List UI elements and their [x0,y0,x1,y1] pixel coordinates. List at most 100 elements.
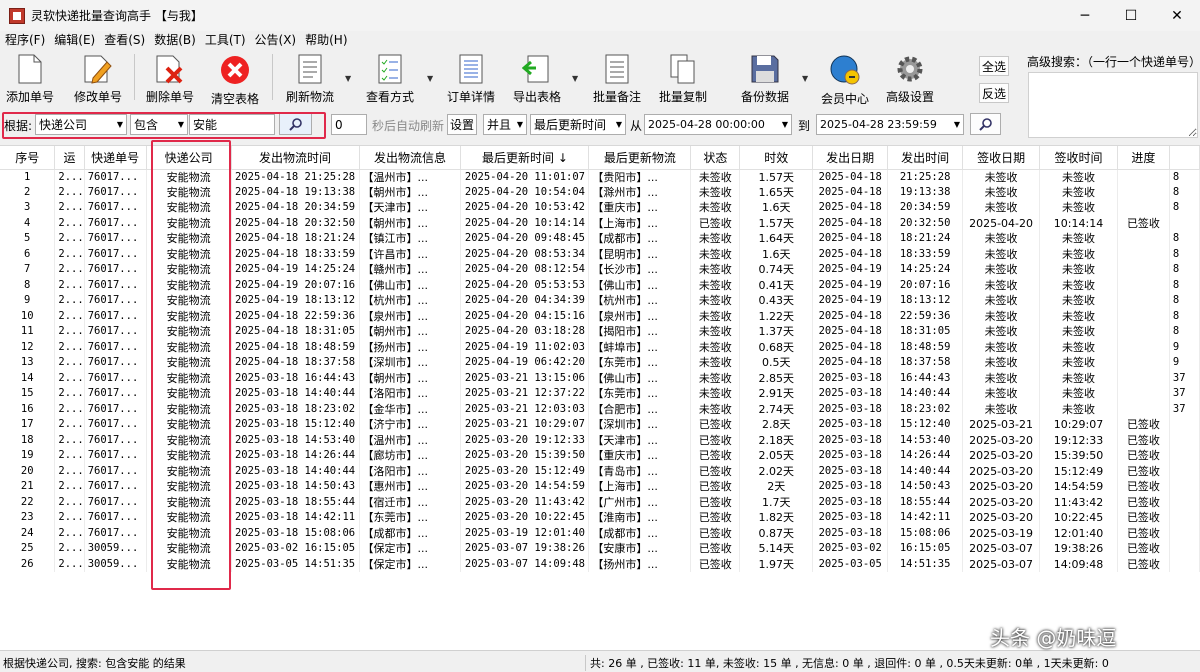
menu-data[interactable]: 数据(B) [149,31,200,48]
table-cell: 2025-04-20 03:18:28 [460,324,590,340]
table-cell: 15:12:49 [1039,463,1118,479]
column-header[interactable]: 时效 [739,146,814,170]
column-header[interactable]: 最后更新物流 [588,146,692,170]
table-cell: 2... [54,169,85,185]
table-cell: 21:25:28 [887,169,964,185]
table-cell: 18:55:44 [887,494,964,510]
table-cell: 未签收 [962,386,1041,402]
menu-tools[interactable]: 工具(T) [200,31,250,48]
table-cell: 2025-03-18 [812,401,889,417]
table-cell: 2025-03-20 [962,510,1041,526]
invert-selection-button[interactable]: 反选 [979,83,1009,103]
column-header[interactable]: 发出物流信息 [359,146,462,170]
view-mode-button[interactable]: 查看方式 [365,50,415,104]
table-cell: 2... [54,246,85,262]
table-cell: 1.37天 [739,324,814,340]
seconds-input[interactable]: 0 [331,114,367,135]
table-cell: 76017... [84,308,147,324]
close-button[interactable]: ✕ [1154,0,1200,31]
select-all-button[interactable]: 全选 [979,56,1009,76]
menu-notice[interactable]: 公告(X) [250,31,301,48]
minimize-button[interactable]: ─ [1062,0,1108,31]
table-cell: 76017... [84,246,147,262]
to-label: 到 [798,119,811,133]
table-cell: 19:13:38 [887,184,964,200]
clear-table-button[interactable]: 清空表格 [210,50,260,106]
add-tracking-button[interactable]: 添加单号 [5,50,55,104]
menu-view[interactable]: 查看(S) [99,31,149,48]
batch-note-button[interactable]: 批量备注 [592,50,642,104]
table-cell: 【朝州市】... [359,324,462,340]
table-cell: 未签收 [962,277,1041,293]
table-cell: 11 [0,324,56,340]
table-cell: 2025-04-20 10:53:42 [460,200,590,216]
menu-help[interactable]: 帮助(H) [300,31,351,48]
table-cell [1169,541,1200,557]
menu-program[interactable]: 程序(F) [0,31,49,48]
table-cell: 76017... [84,277,147,293]
delete-tracking-button[interactable]: 删除单号 [145,50,195,104]
title-bar: 灵软快递批量查询高手 【与我】 ─ ☐ ✕ [0,0,1200,31]
export-table-button[interactable]: 导出表格 [512,50,562,104]
view-dropdown-icon[interactable]: ▼ [427,74,433,83]
table-cell: 未签收 [690,324,741,340]
table-cell: 12:01:40 [1039,525,1118,541]
table-cell: 未签收 [962,355,1041,371]
column-header[interactable]: 序号 [0,146,56,170]
advanced-settings-button[interactable]: 高级设置 [885,50,935,104]
batch-copy-button[interactable]: 批量复制 [658,50,708,104]
export-dropdown-icon[interactable]: ▼ [572,74,578,83]
column-header[interactable]: 运 [54,146,85,170]
advanced-search-input[interactable] [1028,72,1198,138]
toolbar: 添加单号 修改单号 删除单号 清空表格 刷新物流 ▼ 查看方式 ▼ 订单详情 导… [0,50,1020,106]
menu-edit[interactable]: 编辑(E) [49,31,99,48]
logic-select[interactable]: 并且 ▼ [483,114,527,135]
column-header[interactable] [1169,146,1200,170]
table-cell: 11:43:42 [1039,494,1118,510]
table-cell: 14:54:59 [1039,479,1118,495]
set-button[interactable]: 设置 [447,114,477,135]
column-header[interactable]: 签收时间 [1039,146,1118,170]
table-cell: 已签收 [1117,525,1170,541]
edit-tracking-button[interactable]: 修改单号 [73,50,123,104]
table-cell: 未签收 [1039,293,1118,309]
status-summary: 共: 26 单 , 已签收: 11 单, 未签收: 15 单 , 无信息: 0 … [585,655,1109,671]
table-cell: 3 [0,200,56,216]
from-date-picker[interactable]: 2025-04-28 00:00:00 ▼ [644,114,792,135]
table-cell: 8 [1169,308,1200,324]
column-header[interactable]: 进度 [1117,146,1170,170]
table-cell: 2.18天 [739,432,814,448]
date-search-button[interactable] [970,113,1001,135]
column-header[interactable]: 发出日期 [812,146,889,170]
column-header[interactable]: 快递单号 [84,146,147,170]
refresh-dropdown-icon[interactable]: ▼ [345,74,351,83]
column-header[interactable]: 最后更新时间 ↓ [460,146,590,170]
to-date-picker[interactable]: 2025-04-28 23:59:59 ▼ [816,114,964,135]
vip-center-button[interactable]: 会员中心 [820,50,870,106]
table-cell: 【成都市】... [588,525,692,541]
column-header[interactable]: 发出物流时间 [231,146,360,170]
table-cell: 2... [54,386,85,402]
column-header[interactable]: 状态 [690,146,741,170]
backup-dropdown-icon[interactable]: ▼ [802,74,808,83]
column-header[interactable]: 签收日期 [962,146,1041,170]
table-cell: 14:40:44 [887,386,964,402]
column-header[interactable]: 发出时间 [887,146,964,170]
table-cell: 已签收 [1117,448,1170,464]
table-cell: 2025-04-20 05:53:53 [460,277,590,293]
backup-data-button[interactable]: 备份数据 [740,50,790,104]
table-cell: 8 [1169,184,1200,200]
table-cell [1169,556,1200,572]
time-field-select[interactable]: 最后更新时间 ▼ [530,114,626,135]
checklist-icon [374,54,406,84]
refresh-logistics-button[interactable]: 刷新物流 [285,50,335,104]
table-cell: 未签收 [962,169,1041,185]
table-cell: 【朝州市】... [359,184,462,200]
table-cell: 2025-03-19 [962,525,1041,541]
table-cell: 【金华市】... [359,401,462,417]
table-cell [1117,324,1170,340]
table-cell: 2025-03-18 [812,448,889,464]
maximize-button[interactable]: ☐ [1108,0,1154,31]
table-cell: 未签收 [690,246,741,262]
order-detail-button[interactable]: 订单详情 [446,50,496,104]
